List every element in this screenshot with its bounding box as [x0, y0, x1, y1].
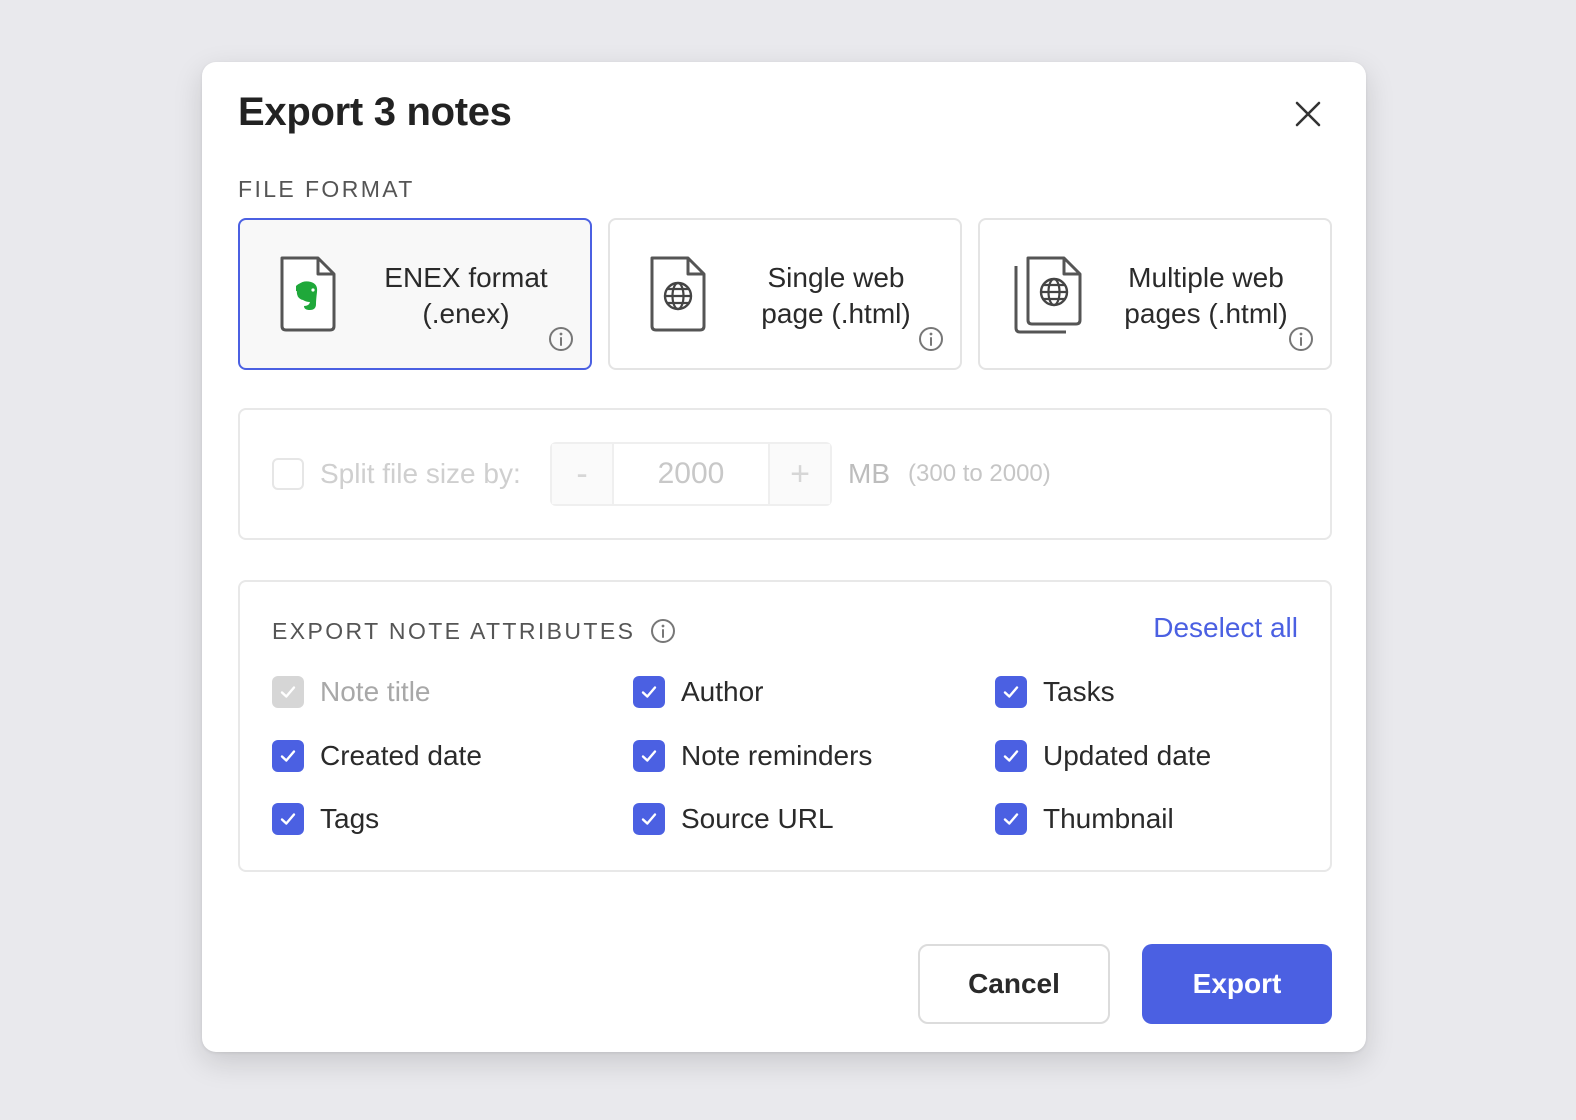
- split-size-range: (300 to 2000): [908, 460, 1051, 487]
- close-icon: [1295, 101, 1321, 127]
- checkbox-checked: [633, 676, 665, 708]
- attribute-label: Tags: [320, 803, 380, 834]
- increment-button[interactable]: +: [768, 444, 830, 504]
- attributes-title: EXPORT NOTE ATTRIBUTES: [272, 618, 636, 644]
- attribute-tasks[interactable]: Tasks: [995, 676, 1115, 708]
- attribute-label: Tasks: [1043, 676, 1115, 707]
- file-format-options: ENEX format (.enex) Single web page (.ht…: [238, 218, 1332, 370]
- attribute-label: Thumbnail: [1043, 803, 1174, 834]
- checkbox-checked: [272, 676, 304, 708]
- format-enex-line2: (.enex): [422, 298, 510, 329]
- check-icon: [641, 813, 657, 825]
- attribute-label: Note title: [320, 676, 431, 707]
- decrement-button[interactable]: -: [552, 444, 614, 504]
- dialog-title: Export 3 notes: [238, 90, 512, 134]
- checkbox-checked: [633, 803, 665, 835]
- checkbox-checked: [995, 803, 1027, 835]
- check-icon: [1003, 750, 1019, 762]
- attribute-note-reminders[interactable]: Note reminders: [633, 740, 872, 772]
- check-icon: [1003, 686, 1019, 698]
- multiple-html-files-icon: [1014, 256, 1082, 334]
- attribute-label: Note reminders: [681, 740, 873, 771]
- checkbox-checked: [633, 740, 665, 772]
- split-file-size-section: Split file size by: - 2000 + MB (300 to …: [238, 408, 1332, 540]
- attribute-author[interactable]: Author: [633, 676, 764, 708]
- cancel-button[interactable]: Cancel: [918, 944, 1110, 1024]
- attribute-label: Author: [681, 676, 764, 707]
- format-option-enex[interactable]: ENEX format (.enex): [238, 218, 592, 370]
- attribute-note-title[interactable]: Note title: [272, 676, 431, 708]
- check-icon: [280, 813, 296, 825]
- deselect-all-link[interactable]: Deselect all: [1153, 612, 1298, 644]
- attribute-created-date[interactable]: Created date: [272, 740, 482, 772]
- close-button[interactable]: [1290, 96, 1326, 132]
- format-single-html-line1: Single web: [767, 262, 905, 293]
- attribute-tags[interactable]: Tags: [272, 803, 379, 835]
- format-multiple-html-line2: pages (.html): [1124, 298, 1288, 329]
- check-icon: [641, 750, 657, 762]
- format-option-single-html[interactable]: Single web page (.html): [608, 218, 962, 370]
- format-single-html-line2: page (.html): [761, 298, 911, 329]
- file-format-label: FILE FORMAT: [238, 176, 415, 202]
- attribute-label: Created date: [320, 740, 482, 771]
- check-icon: [280, 686, 296, 698]
- checkbox-checked: [995, 676, 1027, 708]
- checkbox-checked: [272, 740, 304, 772]
- info-icon[interactable]: [548, 326, 574, 352]
- check-icon: [1003, 813, 1019, 825]
- attribute-thumbnail[interactable]: Thumbnail: [995, 803, 1174, 835]
- format-enex-line1: ENEX format: [384, 262, 548, 293]
- format-multiple-html-line1: Multiple web: [1128, 262, 1284, 293]
- attribute-label: Updated date: [1043, 740, 1212, 771]
- attribute-label: Source URL: [681, 803, 834, 834]
- export-attributes-section: EXPORT NOTE ATTRIBUTES Deselect all Note…: [238, 580, 1332, 872]
- attribute-updated-date[interactable]: Updated date: [995, 740, 1211, 772]
- enex-file-icon: [280, 256, 336, 332]
- split-file-size-checkbox[interactable]: [272, 458, 304, 490]
- split-size-stepper: - 2000 +: [550, 442, 832, 506]
- info-icon[interactable]: [650, 618, 676, 644]
- format-option-multiple-html[interactable]: Multiple web pages (.html): [978, 218, 1332, 370]
- check-icon: [641, 686, 657, 698]
- html-file-icon: [650, 256, 706, 332]
- info-icon[interactable]: [1288, 326, 1314, 352]
- export-dialog: Export 3 notes FILE FORMAT ENEX format (…: [202, 62, 1366, 1052]
- split-size-unit: MB: [848, 458, 890, 489]
- checkbox-checked: [995, 740, 1027, 772]
- attribute-source-url[interactable]: Source URL: [633, 803, 834, 835]
- split-file-size-label: Split file size by:: [320, 458, 521, 489]
- export-button[interactable]: Export: [1142, 944, 1332, 1024]
- checkbox-checked: [272, 803, 304, 835]
- check-icon: [280, 750, 296, 762]
- split-size-input[interactable]: 2000: [614, 444, 768, 504]
- info-icon[interactable]: [918, 326, 944, 352]
